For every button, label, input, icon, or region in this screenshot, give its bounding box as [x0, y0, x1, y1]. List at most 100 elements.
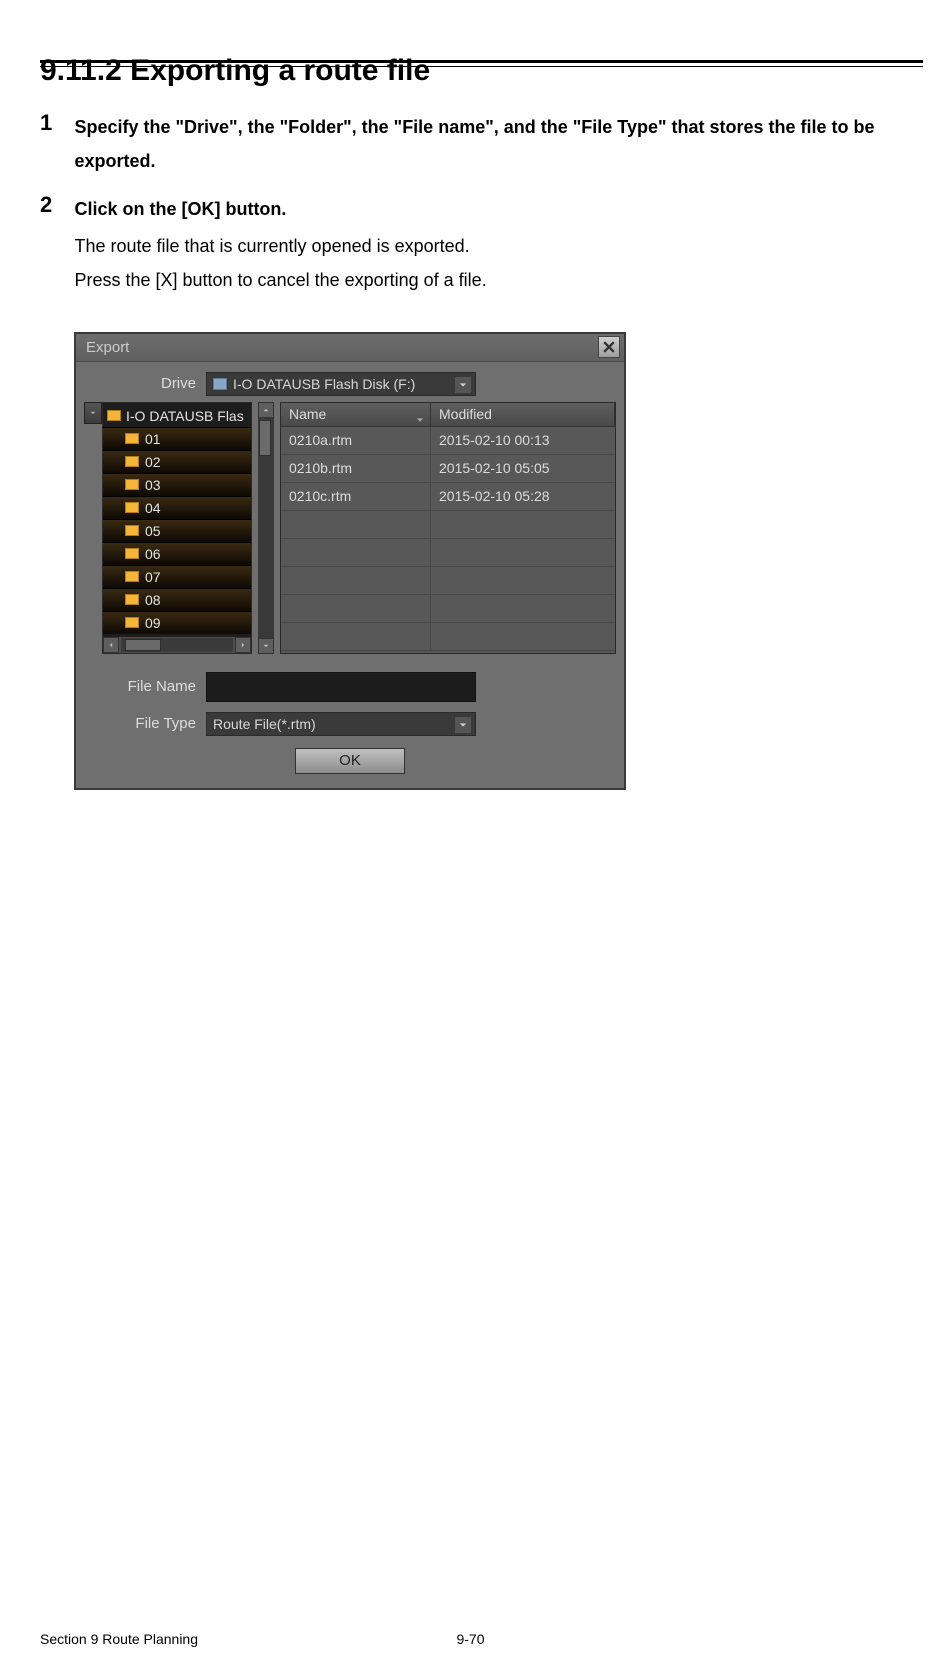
tree-horizontal-scrollbar[interactable]	[103, 637, 251, 653]
footer-page-number: 9-70	[456, 1631, 484, 1647]
tree-root-label: I-O DATAUSB Flas	[126, 408, 244, 424]
step-1-text: Specify the "Drive", the "Folder", the "…	[74, 110, 899, 178]
file-modified-cell: 2015-02-10 05:28	[431, 483, 615, 510]
folder-icon	[125, 525, 139, 536]
dialog-title: Export	[86, 339, 129, 356]
file-row[interactable]: 0210c.rtm2015-02-10 05:28	[281, 483, 615, 511]
close-button[interactable]	[598, 336, 620, 358]
scroll-track[interactable]	[121, 638, 233, 652]
tree-folder-item[interactable]: 04	[103, 496, 251, 519]
chevron-down-icon	[90, 408, 96, 418]
file-modified-cell	[431, 595, 615, 622]
export-dialog: Export Drive I-O DATAUSB Flash Disk (F:)	[74, 332, 626, 790]
file-row-empty	[281, 539, 615, 567]
file-modified-cell	[431, 539, 615, 566]
file-name-input[interactable]	[206, 672, 476, 702]
tree-folder-label: 03	[145, 477, 161, 493]
file-name-cell	[281, 511, 431, 538]
drive-selected-text: I-O DATAUSB Flash Disk (F:)	[233, 376, 415, 392]
file-name-cell: 0210c.rtm	[281, 483, 431, 510]
file-modified-cell: 2015-02-10 00:13	[431, 427, 615, 454]
scroll-thumb[interactable]	[125, 639, 161, 651]
folder-icon	[125, 456, 139, 467]
folder-icon	[107, 410, 121, 421]
tree-vertical-scrollbar[interactable]	[258, 402, 274, 654]
page-rule-thick	[40, 60, 923, 63]
column-header-name[interactable]: Name	[281, 403, 431, 427]
file-type-dropdown[interactable]: Route File(*.rtm)	[206, 712, 476, 736]
file-row-empty	[281, 567, 615, 595]
screenshot-container: Export Drive I-O DATAUSB Flash Disk (F:)	[74, 332, 901, 790]
file-name-cell: 0210b.rtm	[281, 455, 431, 482]
close-icon	[603, 341, 615, 353]
tree-folder-label: 04	[145, 500, 161, 516]
column-header-modified-label: Modified	[439, 406, 492, 422]
ok-button-label: OK	[339, 752, 361, 769]
tree-folder-item[interactable]: 06	[103, 542, 251, 565]
file-row-empty	[281, 511, 615, 539]
section-number: 9.11.2	[40, 54, 122, 87]
scroll-down-button[interactable]	[258, 638, 274, 654]
file-modified-cell: 2015-02-10 05:05	[431, 455, 615, 482]
tree-folder-label: 08	[145, 592, 161, 608]
scroll-thumb[interactable]	[259, 420, 271, 456]
tree-root-item[interactable]: I-O DATAUSB Flas	[103, 405, 251, 427]
step-number: 2	[40, 192, 70, 218]
tree-folder-item[interactable]: 05	[103, 519, 251, 542]
file-list[interactable]: Name Modified 0210a.rtm2015-02-10 00:130…	[280, 402, 616, 654]
file-name-cell	[281, 623, 431, 650]
drive-label: Drive	[86, 375, 206, 392]
folder-icon	[125, 479, 139, 490]
folder-tree[interactable]: I-O DATAUSB Flas 01 02 03 04 05 06 07 08 09	[102, 402, 252, 654]
tree-folder-item[interactable]: 08	[103, 588, 251, 611]
drive-icon	[213, 378, 227, 390]
column-header-modified[interactable]: Modified	[431, 403, 615, 427]
tree-up-button[interactable]	[84, 402, 102, 424]
file-modified-cell	[431, 623, 615, 650]
folder-icon	[125, 617, 139, 628]
chevron-down-icon	[416, 411, 424, 419]
file-row[interactable]: 0210a.rtm2015-02-10 00:13	[281, 427, 615, 455]
file-row-empty	[281, 623, 615, 651]
section-title: Exporting a route file	[130, 54, 430, 87]
file-name-cell	[281, 595, 431, 622]
folder-icon	[125, 594, 139, 605]
scroll-right-button[interactable]	[235, 637, 251, 653]
tree-folder-label: 07	[145, 569, 161, 585]
step-2-text-bold: Click on the [OK] button.	[74, 192, 899, 226]
tree-folder-label: 06	[145, 546, 161, 562]
file-name-cell	[281, 567, 431, 594]
folder-icon	[125, 548, 139, 559]
tree-folder-item[interactable]: 07	[103, 565, 251, 588]
tree-folder-item[interactable]: 03	[103, 473, 251, 496]
file-name-cell: 0210a.rtm	[281, 427, 431, 454]
file-type-selected-text: Route File(*.rtm)	[213, 716, 316, 732]
tree-folder-item[interactable]: 01	[103, 427, 251, 450]
footer-section: Section 9 Route Planning	[40, 1631, 198, 1647]
step-number: 1	[40, 110, 70, 136]
file-name-label: File Name	[86, 678, 206, 695]
drive-dropdown[interactable]: I-O DATAUSB Flash Disk (F:)	[206, 372, 476, 396]
tree-folder-item[interactable]: 09	[103, 611, 251, 634]
scroll-left-button[interactable]	[103, 637, 119, 653]
tree-folder-label: 02	[145, 454, 161, 470]
dialog-titlebar[interactable]: Export	[76, 334, 624, 362]
page-rule-thin	[40, 66, 923, 67]
file-row-empty	[281, 595, 615, 623]
folder-icon	[125, 502, 139, 513]
tree-folder-item[interactable]: 02	[103, 450, 251, 473]
file-modified-cell	[431, 567, 615, 594]
file-row[interactable]: 0210b.rtm2015-02-10 05:05	[281, 455, 615, 483]
tree-folder-label: 05	[145, 523, 161, 539]
folder-icon	[125, 571, 139, 582]
step-2-text-plain-1: The route file that is currently opened …	[74, 231, 899, 262]
chevron-down-icon	[455, 377, 471, 393]
scroll-up-button[interactable]	[258, 402, 274, 418]
step-2-text-plain-2: Press the [X] button to cancel the expor…	[74, 265, 899, 296]
file-modified-cell	[431, 511, 615, 538]
chevron-down-icon	[455, 717, 471, 733]
scroll-track[interactable]	[258, 418, 274, 638]
tree-folder-label: 09	[145, 615, 161, 631]
ok-button[interactable]: OK	[295, 748, 405, 774]
column-header-name-label: Name	[289, 406, 326, 422]
